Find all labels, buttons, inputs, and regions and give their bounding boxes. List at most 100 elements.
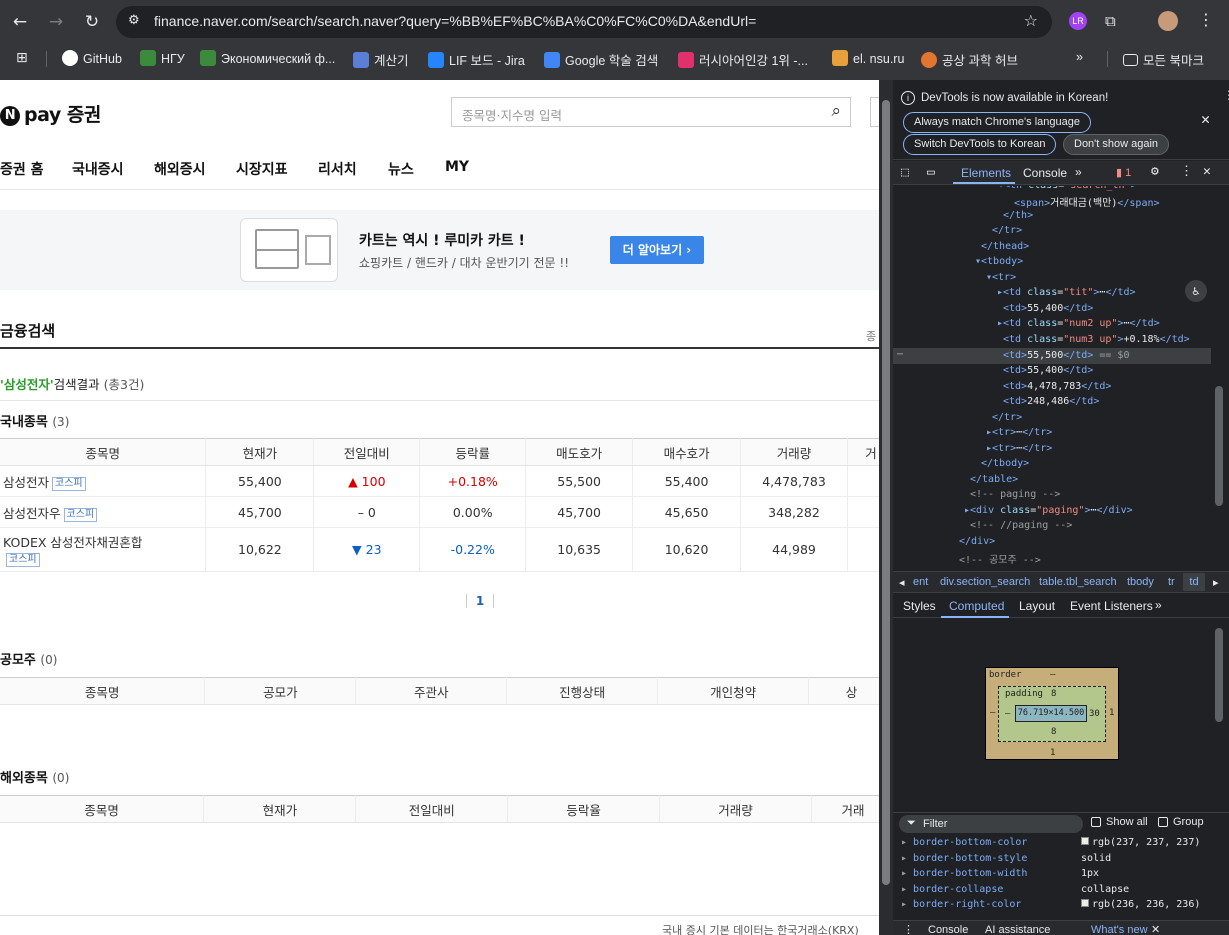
npay-logo[interactable]: Npay 증권: [0, 100, 101, 127]
scroll-right-icon[interactable]: ▸: [1213, 576, 1219, 589]
bookmark-scholar[interactable]: Google 학술 검색: [544, 50, 658, 68]
rate-cell: -0.22%: [419, 527, 527, 572]
nav-overseas[interactable]: 해외증시: [154, 159, 206, 179]
issues-badge[interactable]: ▮ 1: [1116, 166, 1131, 179]
inspect-icon[interactable]: ⬚: [901, 165, 909, 180]
nav-indicators[interactable]: 시장지표: [236, 159, 288, 179]
result-count: (총3건): [103, 377, 145, 392]
kebab-icon[interactable]: ⋮: [1180, 164, 1193, 179]
more-icon[interactable]: ⋮: [1223, 88, 1229, 102]
computed-properties: ▸ border-bottom-color rgb(237, 237, 237) ▸…: [893, 837, 1229, 917]
page-number[interactable]: 1: [466, 594, 494, 608]
computed-property-name[interactable]: ▸ border-right-color: [901, 899, 1021, 910]
ask-cell: 45,700: [525, 496, 634, 528]
drawer-tab-whats-new[interactable]: What's new: [1091, 924, 1148, 935]
tab-event-listeners[interactable]: Event Listeners: [1070, 599, 1153, 613]
close-devtools-icon[interactable]: ✕: [1203, 164, 1211, 179]
nav-home[interactable]: 증권 홈: [0, 159, 44, 179]
breadcrumb-item[interactable]: tr: [1168, 576, 1175, 588]
profile-icon[interactable]: [1158, 11, 1178, 31]
table-row[interactable]: KODEX 삼성전자채권혼합 코스피 10,622 ▼ 23 -0.22% 10,635 1…: [0, 527, 879, 572]
scroll-left-icon[interactable]: ◂: [899, 576, 905, 589]
search-icon[interactable]: ⌕: [831, 101, 841, 121]
table-header: 종목명 현재가 전일대비 등락률 매도호가 매수호가 거래량 거: [0, 438, 879, 466]
computed-property-name[interactable]: ▸ border-bottom-width: [901, 868, 1027, 879]
dont-show-button[interactable]: Don't show again: [1063, 134, 1170, 155]
tab-elements[interactable]: Elements: [961, 166, 1011, 180]
breadcrumb-item[interactable]: div.section_search: [940, 576, 1030, 588]
stock-name-link[interactable]: 삼성전자: [3, 475, 49, 490]
dom-tree[interactable]: ▾<th class="search_th"> <span>거래대금(백만)</…: [893, 186, 1229, 570]
more-tabs-icon[interactable]: »: [1075, 165, 1082, 179]
nav-domestic[interactable]: 국내증시: [72, 159, 124, 179]
computed-property-name[interactable]: ▸ border-bottom-color: [901, 837, 1027, 848]
stock-name-link[interactable]: 삼성전자우: [3, 506, 61, 521]
extra-button[interactable]: [870, 97, 879, 127]
bookmark-ngu[interactable]: НГУ: [140, 50, 185, 68]
drawer-tab-ai[interactable]: AI assistance: [985, 924, 1050, 935]
address-bar[interactable]: ⚙ finance.naver.com/search/search.naver?…: [116, 6, 1052, 38]
match-language-button[interactable]: Always match Chrome's language: [903, 112, 1091, 133]
tab-styles[interactable]: Styles: [903, 599, 936, 613]
breadcrumb-item[interactable]: tbody: [1127, 576, 1154, 588]
reload-icon[interactable]: ↻: [80, 10, 104, 34]
extension-badge-icon[interactable]: LR: [1069, 12, 1087, 30]
chevron-right-icon[interactable]: »: [1076, 50, 1083, 68]
bookmark-elnsu[interactable]: el. nsu.ru: [832, 50, 904, 68]
tab-computed[interactable]: Computed: [949, 599, 1004, 613]
nav-my[interactable]: MY: [445, 159, 469, 175]
color-swatch[interactable]: [1081, 837, 1089, 845]
show-all-checkbox[interactable]: [1091, 817, 1101, 827]
table-row[interactable]: 삼성전자우 코스피 45,700– 0 0.00% 45,700 45,650 348,28…: [0, 496, 879, 528]
ad-banner[interactable]: 카트는 역시 ! 루미카 카트 ! 쇼핑카트 / 핸드카 / 대차 운반기기 전…: [0, 210, 879, 290]
filter-input[interactable]: ⏷ Filter: [899, 815, 1083, 833]
side-note: 종: [866, 330, 877, 343]
tune-icon[interactable]: ⚙: [128, 13, 140, 28]
learn-more-button[interactable]: 더 알아보기 ›: [610, 236, 704, 264]
bookmark-github[interactable]: GitHub: [62, 50, 122, 68]
market-badge: 코스피: [52, 476, 86, 491]
tab-layout[interactable]: Layout: [1019, 599, 1055, 613]
gear-icon[interactable]: ⚙: [1151, 164, 1159, 179]
stock-name-link[interactable]: KODEX 삼성전자채권혼합: [3, 535, 142, 550]
computed-scroll-thumb[interactable]: [1215, 628, 1223, 722]
device-toolbar-icon[interactable]: ▭: [927, 165, 935, 180]
apps-grid-icon[interactable]: ⊞: [16, 50, 28, 66]
dom-scroll-thumb[interactable]: [1215, 386, 1223, 506]
bookmark-jira[interactable]: LIF 보드 - Jira: [428, 50, 525, 68]
kebab-icon[interactable]: ⋮: [1198, 10, 1214, 29]
table-row[interactable]: 삼성전자 코스피 55,400 ▲ 100 +0.18% 55,500 55,400 4,47…: [0, 465, 879, 497]
breadcrumb-item[interactable]: ent: [913, 576, 928, 588]
breadcrumb-item[interactable]: table.tbl_search: [1039, 576, 1117, 588]
switch-korean-button[interactable]: Switch DevTools to Korean: [903, 134, 1057, 155]
forward-arrow-icon[interactable]: →: [44, 10, 68, 34]
close-icon[interactable]: ✕: [1201, 110, 1210, 128]
color-swatch[interactable]: [1081, 899, 1089, 908]
puzzle-icon[interactable]: ⧉: [1105, 12, 1116, 30]
close-icon[interactable]: ✕: [1151, 923, 1160, 935]
page-scrollbar[interactable]: [879, 80, 893, 935]
drawer-tab-console[interactable]: Console: [928, 924, 968, 935]
scroll-thumb[interactable]: [882, 100, 890, 885]
computed-property-name[interactable]: ▸ border-collapse: [901, 884, 1003, 895]
accessibility-icon[interactable]: ♿: [1185, 280, 1207, 302]
kebab-icon[interactable]: ⋮: [903, 923, 914, 935]
bookmark-russian[interactable]: 러시아어인강 1위 -...: [678, 50, 808, 68]
nav-news[interactable]: 뉴스: [388, 159, 414, 179]
ask-cell: 10,635: [525, 527, 634, 572]
tab-console[interactable]: Console: [1023, 166, 1067, 180]
breadcrumb-item-selected[interactable]: td: [1183, 573, 1205, 591]
more-tabs-icon[interactable]: »: [1155, 598, 1162, 612]
bookmark-econ[interactable]: Экономический ф...: [200, 50, 335, 68]
bookmark-label: 공상 과학 허브: [942, 54, 1018, 68]
computed-property-name[interactable]: ▸ border-bottom-style: [901, 853, 1027, 864]
bid-cell: 10,620: [632, 527, 742, 572]
star-icon[interactable]: ☆: [1024, 11, 1038, 30]
group-checkbox[interactable]: [1158, 817, 1168, 827]
back-arrow-icon[interactable]: ←: [8, 10, 32, 34]
bookmark-scifi[interactable]: 공상 과학 허브: [921, 50, 1018, 68]
bookmark-calc[interactable]: 계산기: [353, 50, 409, 68]
all-bookmarks[interactable]: 모든 북마크: [1123, 50, 1204, 68]
nav-research[interactable]: 리서치: [318, 159, 357, 179]
stock-search-input[interactable]: 종목명·지수명 입력 ⌕: [451, 97, 851, 127]
